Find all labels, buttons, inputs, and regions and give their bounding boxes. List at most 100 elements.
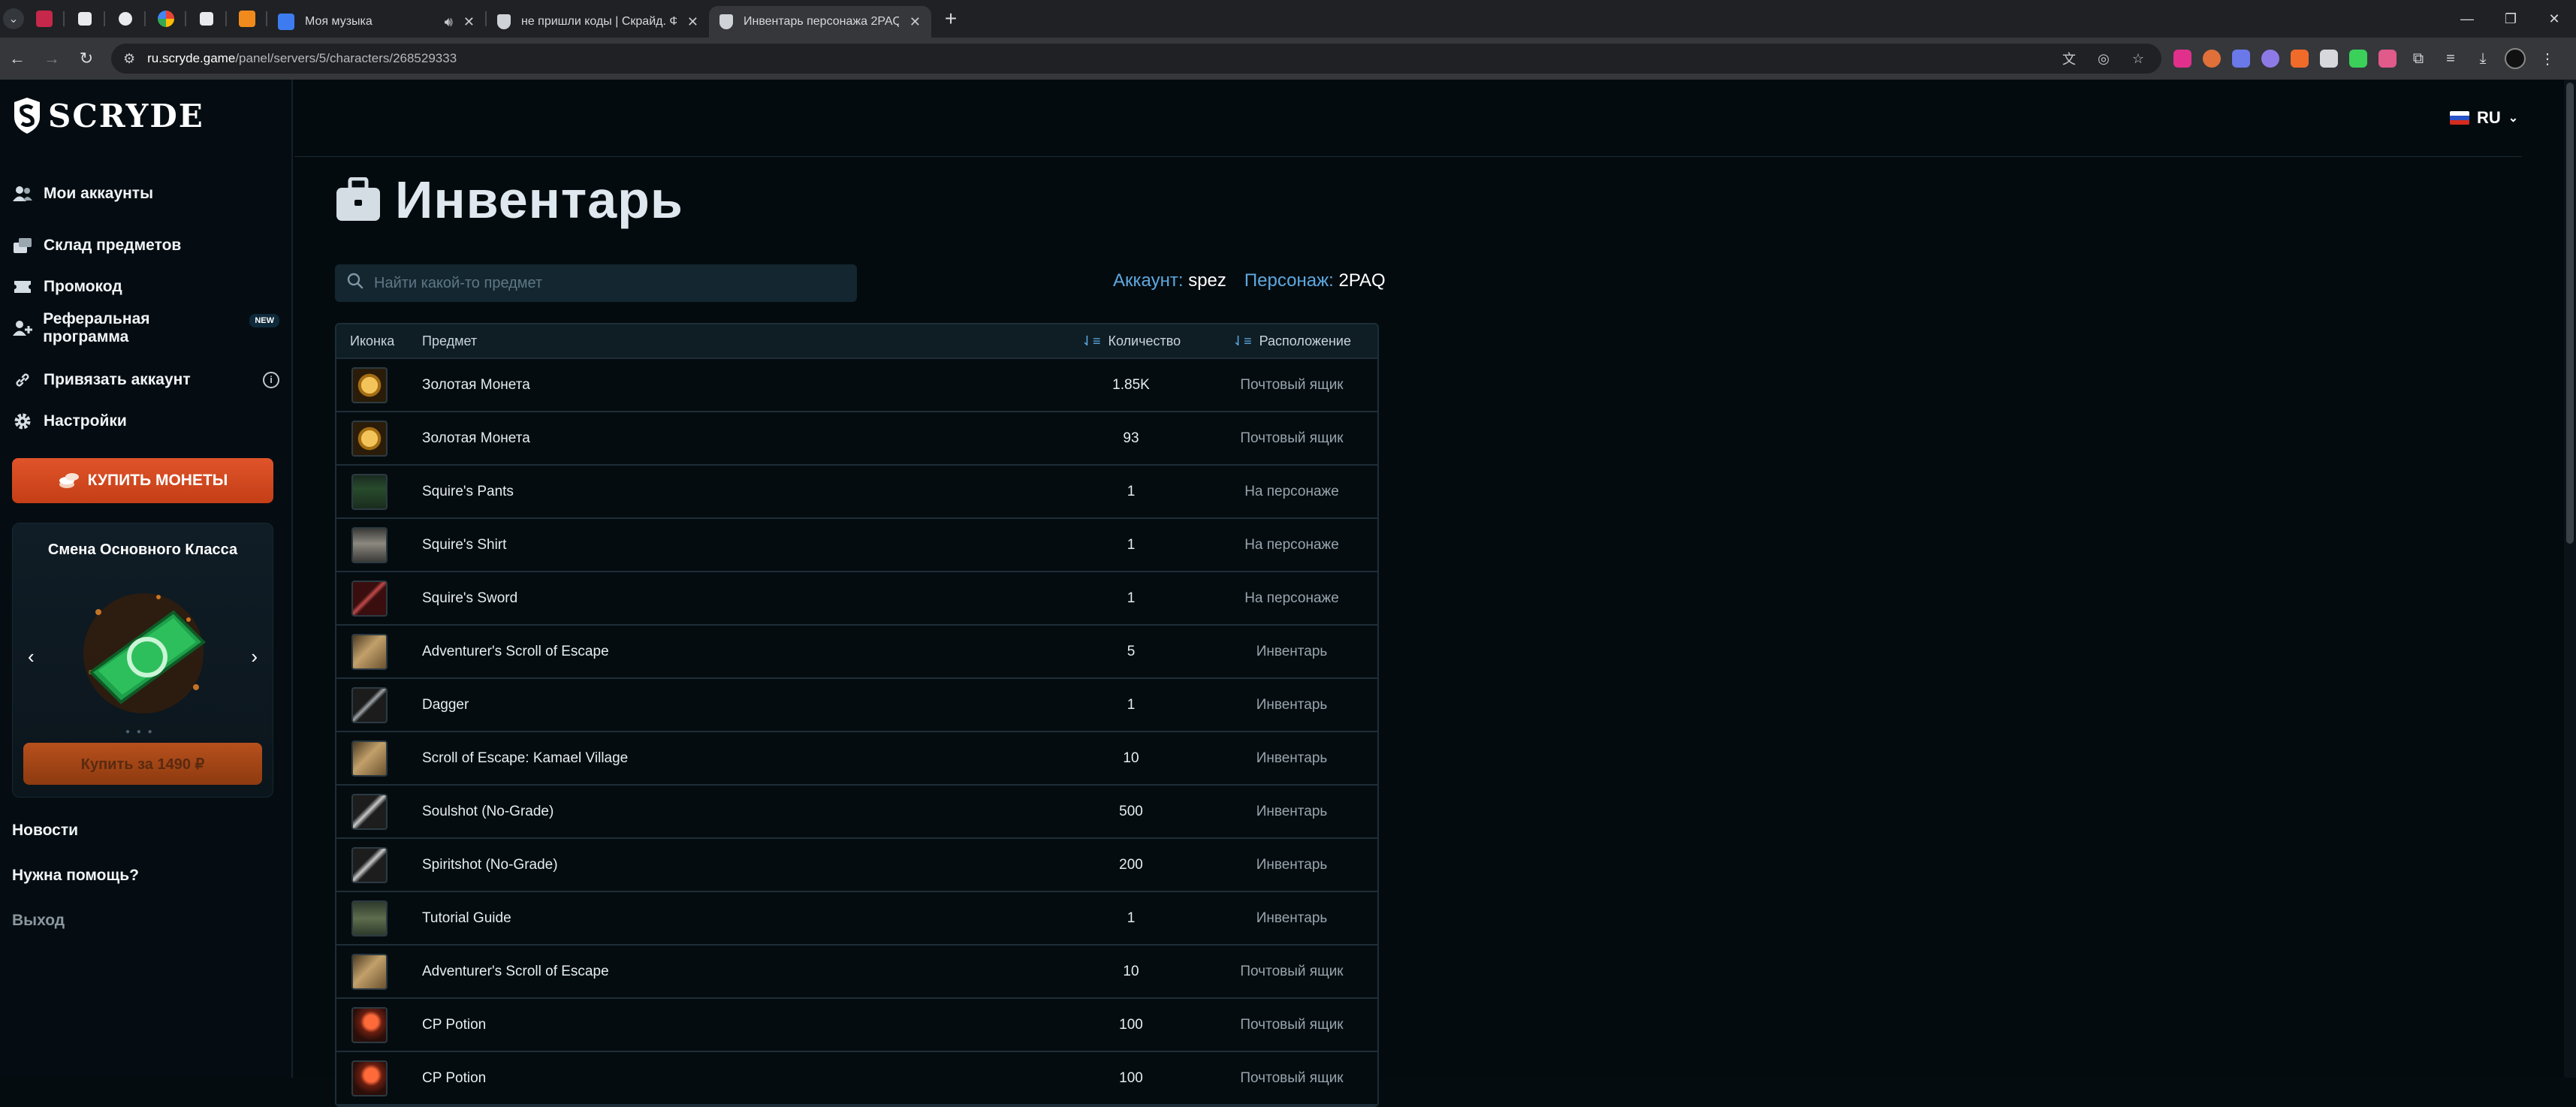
table-row[interactable]: Dagger 1 Инвентарь bbox=[336, 679, 1377, 732]
briefcase-icon bbox=[336, 177, 380, 221]
downloads-icon[interactable]: ⤓ bbox=[2472, 50, 2493, 68]
sidebar-item-accounts[interactable]: Мои аккаунты bbox=[12, 173, 279, 214]
site-info-icon[interactable]: ⚙ bbox=[123, 51, 135, 67]
table-row[interactable]: Tutorial Guide 1 Инвентарь bbox=[336, 892, 1377, 946]
speaker-icon[interactable]: 🔊︎ bbox=[445, 14, 453, 30]
page-scrollbar[interactable] bbox=[2564, 80, 2576, 1078]
table-row[interactable]: Squire's Pants 1 На персонаже bbox=[336, 466, 1377, 519]
character-value: 2PAQ bbox=[1338, 270, 1386, 291]
forward-button[interactable]: → bbox=[35, 41, 69, 76]
address-bar[interactable]: ⚙ ru.scryde.game/panel/servers/5/charact… bbox=[111, 44, 2161, 74]
close-window-icon[interactable]: ✕ bbox=[2532, 0, 2576, 38]
extension-icon[interactable] bbox=[2173, 50, 2191, 68]
column-header-location[interactable]: ⇃≡ Расположение bbox=[1206, 333, 1377, 349]
scryde-favicon-icon bbox=[719, 14, 733, 29]
minimize-icon[interactable]: — bbox=[2445, 0, 2489, 38]
close-tab-icon[interactable]: ✕ bbox=[463, 14, 475, 30]
item-name: Squire's Shirt bbox=[422, 536, 507, 553]
close-tab-icon[interactable]: ✕ bbox=[909, 14, 921, 30]
item-name: Tutorial Guide bbox=[422, 909, 511, 926]
gear-icon bbox=[12, 411, 33, 432]
buy-coins-button[interactable]: КУПИТЬ МОНЕТЫ bbox=[12, 458, 273, 503]
search-input[interactable] bbox=[374, 274, 845, 292]
pinned-tab[interactable] bbox=[146, 0, 186, 38]
spiritshot-icon bbox=[351, 846, 388, 883]
column-header-quantity[interactable]: ⇃≡ Количество bbox=[1056, 333, 1206, 349]
promo-buy-button[interactable]: Купить за 1490 ₽ bbox=[23, 743, 262, 785]
extension-icon[interactable] bbox=[2320, 50, 2338, 68]
news-link[interactable]: Новости bbox=[12, 808, 139, 853]
table-row[interactable]: Золотая Монета 1.85K Почтовый ящик bbox=[336, 359, 1377, 412]
scroll-icon bbox=[351, 953, 388, 990]
extension-icon[interactable] bbox=[2349, 50, 2367, 68]
pinned-tab[interactable] bbox=[24, 0, 65, 38]
table-row[interactable]: CP Potion 100 Почтовый ящик bbox=[336, 1052, 1377, 1105]
extension-icon[interactable] bbox=[2232, 50, 2250, 68]
extension-icon[interactable] bbox=[2261, 50, 2279, 68]
extensions-puzzle-icon[interactable]: ⧉ bbox=[2408, 50, 2429, 68]
page-title: Инвентарь bbox=[395, 170, 683, 229]
carousel-next-icon[interactable]: › bbox=[251, 645, 258, 668]
table-row[interactable]: CP Potion 100 Почтовый ящик bbox=[336, 999, 1377, 1052]
eye-off-icon[interactable]: ◎ bbox=[2092, 51, 2115, 67]
table-row[interactable]: Spiritshot (No-Grade) 200 Инвентарь bbox=[336, 839, 1377, 892]
browser-menu-icon[interactable]: ⋮ bbox=[2537, 50, 2558, 68]
tab-groups-icon[interactable]: ≡ bbox=[2440, 50, 2461, 68]
pinned-tab[interactable] bbox=[65, 0, 105, 38]
reload-button[interactable]: ↻ bbox=[69, 41, 104, 76]
translate-icon[interactable]: 文 bbox=[2058, 49, 2080, 68]
bookmark-star-icon[interactable]: ☆ bbox=[2127, 51, 2149, 67]
browser-tab[interactable]: не пришли коды | Скрайд. Фор ✕ bbox=[487, 6, 709, 38]
logout-link[interactable]: Выход bbox=[12, 898, 139, 943]
sidebar-item-storage[interactable]: Склад предметов bbox=[12, 225, 279, 266]
table-row[interactable]: Scroll of Escape: Kamael Village 10 Инвент… bbox=[336, 732, 1377, 786]
sidebar-item-referral[interactable]: Реферальная программа NEW bbox=[12, 307, 279, 348]
language-selector[interactable]: RU ⌄ bbox=[2450, 108, 2518, 128]
tab-title: Моя музыка bbox=[305, 15, 373, 28]
item-quantity: 500 bbox=[1119, 803, 1143, 819]
browser-tab[interactable]: Моя музыка 🔊︎ ✕ bbox=[267, 6, 485, 38]
coins-icon bbox=[59, 473, 79, 488]
scrollbar-thumb[interactable] bbox=[2566, 83, 2574, 544]
table-row[interactable]: Adventurer's Scroll of Escape 10 Почтовый … bbox=[336, 946, 1377, 999]
ticket-icon bbox=[12, 276, 33, 297]
url-text[interactable]: ru.scryde.game/panel/servers/5/character… bbox=[147, 51, 2046, 66]
sidebar-item-link-account[interactable]: Привязать аккаунт i bbox=[12, 359, 279, 400]
item-location: Инвентарь bbox=[1256, 803, 1328, 819]
pinned-tab[interactable] bbox=[227, 0, 267, 38]
table-row[interactable]: Squire's Sword 1 На персонаже bbox=[336, 572, 1377, 626]
language-label: RU bbox=[2477, 108, 2501, 127]
table-row[interactable]: Золотая Монета 93 Почтовый ящик bbox=[336, 412, 1377, 466]
pinned-tab[interactable] bbox=[186, 0, 227, 38]
sidebar-item-promocode[interactable]: Промокод bbox=[12, 266, 279, 307]
add-user-icon bbox=[12, 318, 32, 339]
restore-icon[interactable]: ❐ bbox=[2489, 0, 2532, 38]
pinned-tab[interactable] bbox=[105, 0, 146, 38]
logo[interactable]: SCRYDE bbox=[12, 96, 204, 135]
item-quantity: 1 bbox=[1127, 590, 1136, 606]
carousel-prev-icon[interactable]: ‹ bbox=[28, 645, 35, 668]
info-icon[interactable]: i bbox=[263, 371, 279, 388]
table-row[interactable]: Soulshot (No-Grade) 500 Инвентарь bbox=[336, 786, 1377, 839]
table-row[interactable]: Adventurer's Scroll of Escape 5 Инвентарь bbox=[336, 626, 1377, 679]
extension-icon[interactable] bbox=[2291, 50, 2309, 68]
item-location: Почтовый ящик bbox=[1240, 376, 1344, 393]
pinned-tab-favicon-icon bbox=[158, 11, 174, 27]
item-location: Инвентарь bbox=[1256, 750, 1328, 766]
help-link[interactable]: Нужна помощь? bbox=[12, 853, 139, 898]
profile-avatar[interactable] bbox=[2505, 48, 2526, 69]
item-name: Scroll of Escape: Kamael Village bbox=[422, 750, 629, 766]
tab-title: Инвентарь персонажа 2PAQ н bbox=[744, 15, 899, 28]
new-tab-button[interactable]: + bbox=[936, 4, 966, 34]
pinned-tab-favicon-icon bbox=[239, 11, 255, 27]
account-value: spez bbox=[1188, 270, 1226, 291]
item-location: Почтовый ящик bbox=[1240, 1016, 1344, 1033]
back-button[interactable]: ← bbox=[0, 41, 35, 76]
sidebar-item-settings[interactable]: Настройки bbox=[12, 400, 279, 442]
tab-search-button[interactable]: ⌄ bbox=[3, 8, 24, 29]
browser-tab-active[interactable]: Инвентарь персонажа 2PAQ н ✕ bbox=[709, 6, 931, 38]
extension-icon[interactable] bbox=[2378, 50, 2397, 68]
extension-icon[interactable] bbox=[2203, 50, 2221, 68]
close-tab-icon[interactable]: ✕ bbox=[687, 14, 698, 30]
table-row[interactable]: Squire's Shirt 1 На персонаже bbox=[336, 519, 1377, 572]
